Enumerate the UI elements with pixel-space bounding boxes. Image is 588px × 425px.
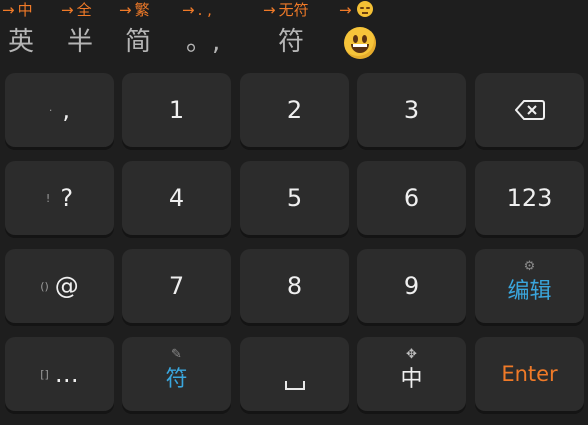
key-9-label: 9 (403, 272, 420, 300)
key-question-face: !? (5, 161, 114, 235)
key-ellipsis-primary: … (54, 360, 79, 388)
key-3[interactable]: 3 (357, 73, 466, 147)
key-4-label: 4 (168, 184, 185, 212)
key-space[interactable] (240, 337, 349, 411)
key-comma-primary: , (62, 96, 71, 124)
key-5[interactable]: 5 (240, 161, 349, 235)
key-comma-secondary: · (48, 103, 53, 117)
hint-label: 无符 (278, 1, 309, 19)
keyboard: ·, 1 2 3 !? 4 5 6 123 () @ 7 8 9 ⚙ 编辑 []… (0, 68, 588, 425)
key-comma-face: ·, (5, 73, 114, 147)
key-2[interactable]: 2 (240, 73, 349, 147)
key-comma[interactable]: ·, (5, 73, 114, 147)
hint-row: → 中 → 全 → 繁 →. , → 无符 → (0, 0, 588, 22)
key-7[interactable]: 7 (122, 249, 231, 323)
arrow-icon: → (339, 1, 352, 19)
key-at-face: () @ (5, 249, 114, 323)
key-ellipsis-face: [] … (5, 337, 114, 411)
key-edit-label: 编辑 (507, 279, 552, 304)
key-ellipsis[interactable]: [] … (5, 337, 114, 411)
hint-traditional: → 繁 (119, 0, 150, 20)
key-123[interactable]: 123 (475, 161, 584, 235)
key-3-label: 3 (403, 96, 420, 124)
key-edit[interactable]: ⚙ 编辑 (475, 249, 584, 323)
key-space-face (240, 337, 349, 411)
arrow-icon: → (119, 1, 132, 19)
key-at-primary: @ (54, 272, 79, 300)
arrow-icon: → (182, 1, 195, 19)
key-6[interactable]: 6 (357, 161, 466, 235)
mode-halfwidth-toggle[interactable]: 半 (67, 24, 93, 60)
key-enter-label: Enter (501, 361, 558, 386)
hint-label: 中 (17, 1, 33, 19)
key-8-label: 8 (286, 272, 303, 300)
hint-label: 繁 (134, 1, 150, 19)
arrow-icon: → (2, 1, 15, 19)
key-4[interactable]: 4 (122, 161, 231, 235)
key-question-secondary: ! (45, 191, 51, 205)
hint-emoji: → (339, 0, 373, 20)
mode-symbol-toggle[interactable]: 符 (278, 24, 304, 60)
key-8[interactable]: 8 (240, 249, 349, 323)
mode-english-toggle[interactable]: 英 (8, 24, 34, 60)
space-icon (284, 380, 305, 390)
hint-label: . , (197, 1, 212, 19)
hint-no-symbol: → 无符 (263, 0, 309, 20)
key-language[interactable]: ✥ 中 (357, 337, 466, 411)
key-1[interactable]: 1 (122, 73, 231, 147)
mode-simplified-toggle[interactable]: 简 (125, 24, 151, 60)
key-enter[interactable]: Enter (475, 337, 584, 411)
key-at[interactable]: () @ (5, 249, 114, 323)
key-backspace-face (475, 73, 584, 147)
arrow-icon: → (61, 1, 74, 19)
backspace-icon (514, 100, 545, 120)
key-symbols[interactable]: ✎ 符 (122, 337, 231, 411)
key-123-label: 123 (506, 184, 553, 212)
key-5-label: 5 (286, 184, 303, 212)
key-language-label: 中 (400, 367, 423, 392)
mode-bar: 英 半 简 。, 符 (0, 22, 588, 64)
hint-label: 全 (76, 1, 92, 19)
key-9[interactable]: 9 (357, 249, 466, 323)
key-question-primary: ? (60, 184, 74, 212)
key-at-secondary: () (40, 279, 49, 293)
arrow-icon: → (263, 1, 276, 19)
key-1-label: 1 (168, 96, 185, 124)
key-ellipsis-secondary: [] (40, 367, 49, 381)
key-2-label: 2 (286, 96, 303, 124)
key-7-label: 7 (168, 272, 185, 300)
key-symbols-label: 符 (165, 367, 188, 392)
hint-chinese: → 中 (2, 0, 33, 20)
key-backspace[interactable] (475, 73, 584, 147)
grinning-face-icon[interactable] (344, 27, 376, 59)
sleepy-face-icon (356, 1, 373, 17)
mode-punctuation-toggle[interactable]: 。, (186, 24, 220, 60)
key-6-label: 6 (403, 184, 420, 212)
hint-punctuation: →. , (182, 0, 212, 20)
hint-fullwidth: → 全 (61, 0, 92, 20)
key-question[interactable]: !? (5, 161, 114, 235)
